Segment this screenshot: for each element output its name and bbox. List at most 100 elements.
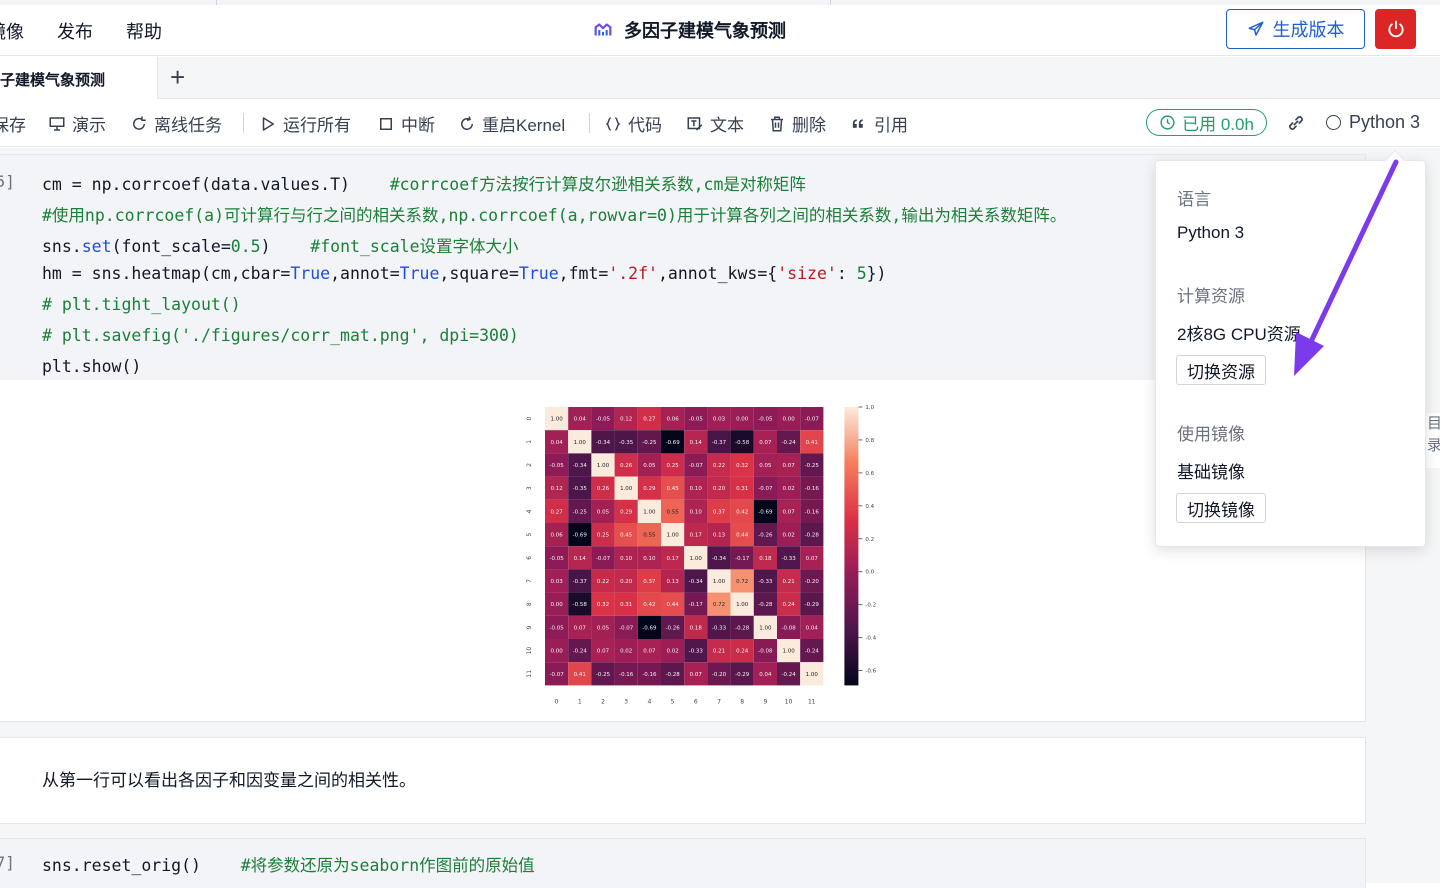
heatmap-cell-label: -0.05: [549, 463, 564, 469]
code-text: :: [836, 264, 857, 283]
code-editor[interactable]: [7] sns.reset_orig() #将参数还原为seaborn作图前的原…: [0, 839, 1365, 888]
heatmap-cell-label: 0.02: [620, 649, 632, 655]
heatmap-cell-label: -0.34: [573, 463, 588, 469]
code-line: cm = np.corrcoef(data.values.T) #corrcoe…: [42, 171, 806, 195]
heatmap-cell-label: 0.07: [759, 440, 772, 446]
heatmap-cell-label: -0.24: [573, 649, 588, 655]
heatmap-cell-label: -0.37: [573, 579, 588, 585]
delete-button[interactable]: 删除: [768, 111, 826, 136]
heatmap-cell-label: 0.24: [736, 649, 749, 655]
power-button[interactable]: [1375, 9, 1416, 49]
heatmap-cell-label: -0.29: [805, 602, 820, 608]
menu-image[interactable]: 镜像: [0, 18, 24, 44]
heatmap-cell-label: -0.25: [642, 440, 657, 446]
restart-kernel-button[interactable]: 重启Kernel: [458, 111, 565, 136]
stop-icon: [380, 117, 392, 130]
generate-version-label: 生成版本: [1272, 20, 1345, 40]
heatmap-y-tick-label: 2: [526, 463, 533, 467]
heatmap-cell-label: -0.17: [735, 556, 750, 562]
heatmap-y-tick-label: 10: [526, 647, 533, 655]
code-text: cm = np.corrcoef(data.values.T): [42, 175, 390, 194]
heatmap-cell-label: 0.14: [690, 440, 703, 446]
heatmap-cell-label: 0.04: [806, 625, 819, 631]
add-code-button[interactable]: 代码: [604, 111, 662, 136]
heatmap-cell-label: 0.55: [643, 533, 656, 539]
heatmap-cell-label: 0.14: [574, 556, 587, 562]
link-icon[interactable]: [1286, 113, 1306, 133]
code-number: 0.5: [230, 237, 261, 256]
heatmap-cell-label: 0.12: [620, 417, 632, 423]
heatmap-y-tick-label: 8: [526, 602, 533, 606]
app-logo-icon: [594, 23, 612, 36]
heatmap-cell-label: -0.17: [689, 602, 704, 608]
heatmap-cell-label: -0.69: [758, 509, 773, 515]
quote-label: 引用: [874, 116, 908, 135]
add-text-button[interactable]: 文本: [686, 111, 744, 136]
menu-help[interactable]: 帮助: [126, 18, 162, 44]
add-tab-icon[interactable]: +: [170, 63, 185, 91]
image-label: 使用镜像: [1177, 425, 1245, 444]
colorbar-tick-label: -0.4: [865, 636, 876, 642]
restart-kernel-label: 重启Kernel: [482, 116, 566, 135]
heatmap-y-tick-label: 11: [526, 670, 533, 678]
heatmap-cell-label: 1.00: [597, 463, 610, 469]
quote-button[interactable]: 引用: [850, 111, 908, 136]
code-keyword: True: [518, 264, 559, 283]
heatmap-cell-label: 0.72: [736, 579, 748, 585]
heatmap-x-tick-label: 2: [601, 698, 605, 705]
code-cell[interactable]: [7] sns.reset_orig() #将参数还原为seaborn作图前的原…: [0, 838, 1366, 888]
heatmap-cell-label: -0.34: [689, 579, 704, 585]
cell-prompt: [7]: [0, 853, 15, 872]
heatmap-y-tick-label: 0: [526, 417, 533, 421]
presentation-icon: [49, 116, 65, 131]
usage-badge[interactable]: 已用 0.0h: [1146, 109, 1267, 136]
heatmap-cell-label: 0.31: [620, 602, 632, 608]
code-text: (font_scale=: [111, 237, 231, 256]
heatmap-cell-label: -0.16: [805, 509, 820, 515]
heatmap-cell-label: -0.28: [758, 602, 773, 608]
colorbar-tick-label: 0.0: [865, 570, 874, 576]
save-button[interactable]: 保存: [0, 111, 26, 136]
heatmap-cell-label: -0.24: [781, 440, 796, 446]
colorbar-tick-label: 0.4: [865, 504, 874, 510]
kernel-status[interactable]: Python 3: [1326, 112, 1420, 133]
heatmap-cell-label: 0.45: [620, 533, 633, 539]
code-keyword: set: [81, 237, 112, 256]
heatmap-cell-label: 0.25: [666, 463, 679, 469]
toc-toggle[interactable]: 目录: [1424, 413, 1440, 468]
run-all-button[interactable]: 运行所有: [259, 111, 351, 136]
code-text: sns.: [42, 237, 82, 256]
heatmap-cell-label: 1.00: [713, 579, 726, 585]
offline-task-button[interactable]: 离线任务: [130, 111, 222, 136]
switch-resource-button[interactable]: 切换资源: [1176, 355, 1266, 385]
heatmap-cell-label: 0.20: [620, 579, 633, 585]
usage-label: 已用 0.0h: [1182, 115, 1254, 134]
heatmap-cell-label: 0.07: [643, 649, 656, 655]
switch-image-button[interactable]: 切换镜像: [1176, 493, 1266, 523]
tab-notebook[interactable]: 多因子建模气象预测: [0, 57, 158, 99]
code-keyword: True: [399, 264, 440, 283]
heatmap-cell-label: -0.16: [642, 672, 657, 678]
heatmap-cell-label: -0.07: [758, 486, 773, 492]
heatmap-x-tick-label: 9: [763, 698, 767, 705]
heatmap-cell-label: 0.42: [736, 509, 748, 515]
refresh-icon: [133, 116, 146, 130]
heatmap-cell-label: -0.07: [619, 625, 634, 631]
heatmap-cell-label: -0.07: [549, 672, 564, 678]
interrupt-button[interactable]: 中断: [377, 111, 435, 136]
code-comment: #font_scale设置字体大小: [310, 237, 519, 256]
present-button[interactable]: 演示: [48, 111, 106, 136]
heatmap-cell-label: -0.33: [758, 579, 773, 585]
heatmap-cell-label: -0.34: [712, 556, 727, 562]
heatmap-cell-label: 0.13: [713, 533, 726, 539]
heatmap-cell-label: 0.05: [759, 463, 772, 469]
tab-bar: 多因子建模气象预测 +: [0, 57, 1440, 99]
menu-publish[interactable]: 发布: [57, 18, 93, 44]
heatmap-cell-label: -0.07: [805, 417, 820, 423]
generate-version-button[interactable]: 生成版本: [1226, 9, 1365, 49]
code-line: plt.show(): [42, 357, 142, 376]
send-icon: [1248, 21, 1263, 36]
heatmap-cell-label: -0.69: [642, 625, 657, 631]
kernel-name: Python 3: [1349, 112, 1421, 132]
markdown-cell[interactable]: 从第一行可以看出各因子和因变量之间的相关性。: [0, 737, 1366, 824]
